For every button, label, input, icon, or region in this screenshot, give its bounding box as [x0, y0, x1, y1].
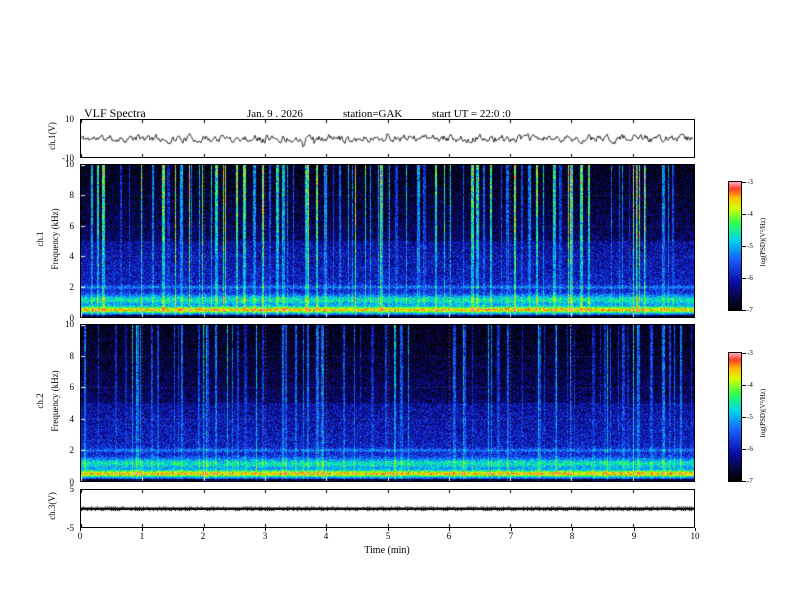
x-tick-label: 10	[690, 531, 700, 541]
x-tick-label: 7	[508, 531, 514, 541]
x-tick-mark	[80, 528, 81, 531]
x-tick-label: 2	[200, 531, 206, 541]
ch2-spectrogram-canvas	[81, 325, 694, 481]
x-tick-mark	[572, 528, 573, 531]
ch2-colorbar	[728, 352, 742, 482]
x-tick-label: 6	[446, 531, 452, 541]
colorbar-tick-mark	[742, 385, 746, 386]
y-tick-label: 8	[69, 351, 75, 361]
y-tick-label: 2	[69, 445, 75, 455]
colorbar-tick-label: -7	[747, 477, 753, 485]
ch1-spectrogram-channel-label: ch.1	[35, 231, 45, 247]
colorbar-tick-label: -5	[747, 413, 753, 421]
y-tick-label: 10	[65, 319, 74, 329]
ch1-colorbar	[728, 181, 742, 311]
ch2-colorbar-canvas	[729, 353, 741, 481]
y-tick-label: 8	[69, 190, 75, 200]
colorbar-tick-mark	[742, 310, 746, 311]
y-tick-label: 10	[65, 114, 74, 124]
y-tick-label: 5	[69, 484, 75, 494]
colorbar-tick-label: -3	[747, 349, 753, 357]
colorbar-tick-mark	[742, 417, 746, 418]
ch2-spectrogram-channel-label: ch.2	[35, 393, 45, 409]
colorbar-tick-mark	[742, 182, 746, 183]
ch1-waveform-panel	[80, 119, 695, 158]
ch3-trace-canvas	[81, 490, 694, 527]
x-tick-label: 9	[631, 531, 637, 541]
x-tick-mark	[265, 528, 266, 531]
ch1-spectrogram-panel	[80, 164, 695, 318]
ch2-spectrogram-panel	[80, 324, 695, 482]
colorbar-tick-mark	[742, 246, 746, 247]
colorbar-tick-label: -5	[747, 242, 753, 250]
y-tick-label: 4	[69, 251, 75, 261]
time-axis-label: Time (min)	[364, 545, 410, 556]
ch1-waveform-canvas	[81, 120, 694, 157]
colorbar-tick-label: -4	[747, 210, 753, 218]
colorbar-tick-mark	[742, 214, 746, 215]
y-tick-label: 10	[65, 159, 74, 169]
y-tick-label: 2	[69, 282, 75, 292]
colorbar-tick-mark	[742, 278, 746, 279]
y-tick-label: 6	[69, 382, 75, 392]
ch2-colorbar-label: log(PSD)(V²/Hz)	[759, 388, 767, 438]
x-tick-label: 1	[139, 531, 145, 541]
x-tick-mark	[326, 528, 327, 531]
colorbar-tick-label: -6	[747, 445, 753, 453]
colorbar-tick-mark	[742, 481, 746, 482]
colorbar-tick-mark	[742, 449, 746, 450]
x-tick-mark	[511, 528, 512, 531]
colorbar-tick-label: -7	[747, 306, 753, 314]
x-tick-mark	[634, 528, 635, 531]
x-tick-mark	[203, 528, 204, 531]
colorbar-tick-mark	[742, 353, 746, 354]
y-tick-label: 6	[69, 221, 75, 231]
x-tick-mark	[388, 528, 389, 531]
x-tick-label: 4	[323, 531, 329, 541]
y-tick-label: 4	[69, 414, 75, 424]
ch1-colorbar-label: log(PSD)(V²/Hz)	[759, 217, 767, 267]
colorbar-tick-label: -3	[747, 178, 753, 186]
ch3-trace-panel	[80, 489, 695, 528]
colorbar-tick-label: -4	[747, 381, 753, 389]
x-tick-label: 5	[385, 531, 391, 541]
x-tick-label: 8	[569, 531, 575, 541]
ch1-colorbar-canvas	[729, 182, 741, 310]
x-tick-label: 3	[262, 531, 268, 541]
x-tick-label: 0	[77, 531, 83, 541]
ch1-spectrogram-canvas	[81, 165, 694, 317]
x-tick-mark	[695, 528, 696, 531]
colorbar-tick-label: -6	[747, 274, 753, 282]
x-tick-mark	[449, 528, 450, 531]
vlf-spectra-figure: VLF Spectra Jan. 9 . 2026 station=GAK st…	[0, 0, 792, 612]
x-tick-mark	[142, 528, 143, 531]
